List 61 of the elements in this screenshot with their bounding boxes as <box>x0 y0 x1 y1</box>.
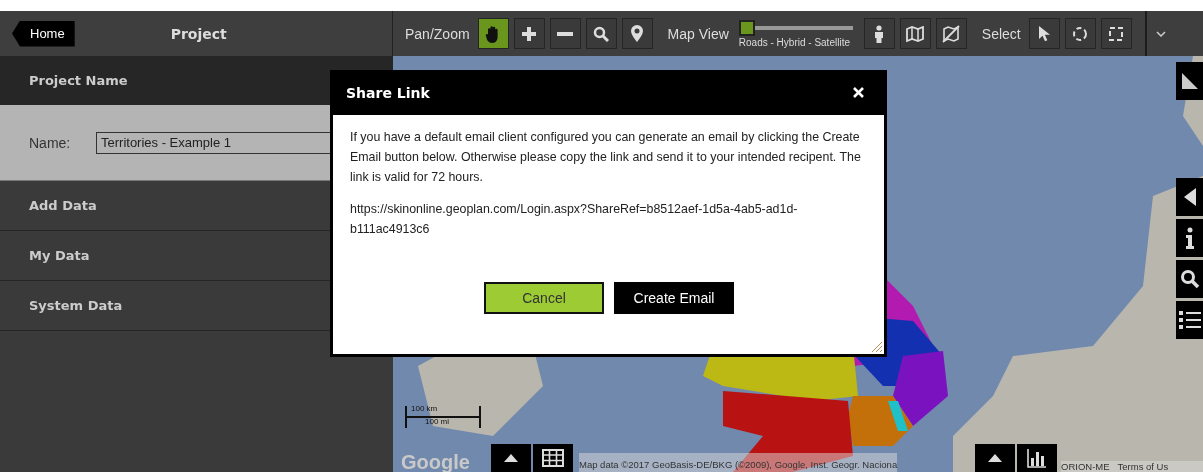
search-icon <box>1179 269 1200 289</box>
search-icon <box>593 25 610 42</box>
resize-grip-icon[interactable] <box>870 340 882 352</box>
pan-zoom-label: Pan/Zoom <box>405 25 470 42</box>
map-icon <box>906 25 925 42</box>
close-icon <box>853 87 864 98</box>
grid-map-button[interactable] <box>533 444 573 472</box>
figure-icon <box>873 24 886 43</box>
list-icon <box>1178 310 1201 330</box>
back-map-button[interactable] <box>1176 178 1203 216</box>
rectangle-tool-button[interactable] <box>1100 18 1132 49</box>
up-triangle-icon <box>988 454 1002 462</box>
cursor-tool-button[interactable] <box>1028 18 1060 49</box>
panel-title: Project <box>170 25 227 42</box>
dashed-circle-icon <box>1072 25 1089 42</box>
scale-mi-label: 100 mi <box>425 417 449 426</box>
up-triangle-icon <box>504 454 518 462</box>
map-type-slider[interactable] <box>738 19 853 36</box>
plus-icon <box>521 25 538 42</box>
list-map-button[interactable] <box>1176 301 1203 339</box>
search-tool-button[interactable] <box>585 18 617 49</box>
slider-thumb[interactable] <box>738 19 755 36</box>
circle-tool-button[interactable] <box>1064 18 1096 49</box>
pin-icon <box>631 25 644 42</box>
triangle-map-button[interactable] <box>1176 62 1203 100</box>
cancel-button[interactable]: Cancel <box>484 282 604 314</box>
scale-km-label: 100 km <box>411 404 438 413</box>
name-label: Name: <box>29 134 72 151</box>
dialog-title: Share Link <box>346 84 430 101</box>
info-map-button[interactable] <box>1176 219 1203 257</box>
minus-tool-button[interactable] <box>549 18 581 49</box>
left-triangle-icon <box>1183 188 1196 206</box>
create-email-button[interactable]: Create Email <box>614 282 734 314</box>
corner-triangle-icon <box>1181 73 1198 89</box>
map-view-label: Map View <box>667 25 729 42</box>
cursor-icon <box>1037 25 1051 42</box>
attribution-link[interactable]: ORION-ME <box>1061 461 1110 472</box>
home-button[interactable]: Home <box>12 20 75 47</box>
hand-tool-button[interactable] <box>477 18 509 49</box>
attribution-link[interactable]: Terms of Us <box>1117 461 1169 472</box>
info-icon <box>1184 227 1195 249</box>
minus-icon <box>557 31 574 36</box>
map-tool-button[interactable] <box>899 18 931 49</box>
table-icon <box>542 449 564 467</box>
select-label: Select <box>981 25 1021 42</box>
up-map-button[interactable] <box>491 444 531 472</box>
up-map-button[interactable] <box>975 444 1015 472</box>
bar-chart-icon <box>1027 448 1047 468</box>
pin-tool-button[interactable] <box>621 18 653 49</box>
crossed-map-icon <box>942 24 961 43</box>
figure-tool-button[interactable] <box>863 18 895 49</box>
chevron-down-icon <box>1155 30 1166 37</box>
map-attribution: Map data ©2017 GeoBasis-DE/BKG (©2009), Google, Inst. Geogr. Naciona <box>579 459 898 470</box>
section-title[interactable]: Project Name <box>29 73 128 88</box>
no-map-tool-button[interactable] <box>935 18 967 49</box>
dashed-rectangle-icon <box>1108 25 1125 42</box>
close-button[interactable] <box>851 85 866 100</box>
plus-tool-button[interactable] <box>513 18 545 49</box>
chart-map-button[interactable] <box>1017 444 1057 472</box>
search-map-button[interactable] <box>1176 260 1203 298</box>
slider-caption: Roads - Hybrid - Satellite <box>738 36 850 48</box>
